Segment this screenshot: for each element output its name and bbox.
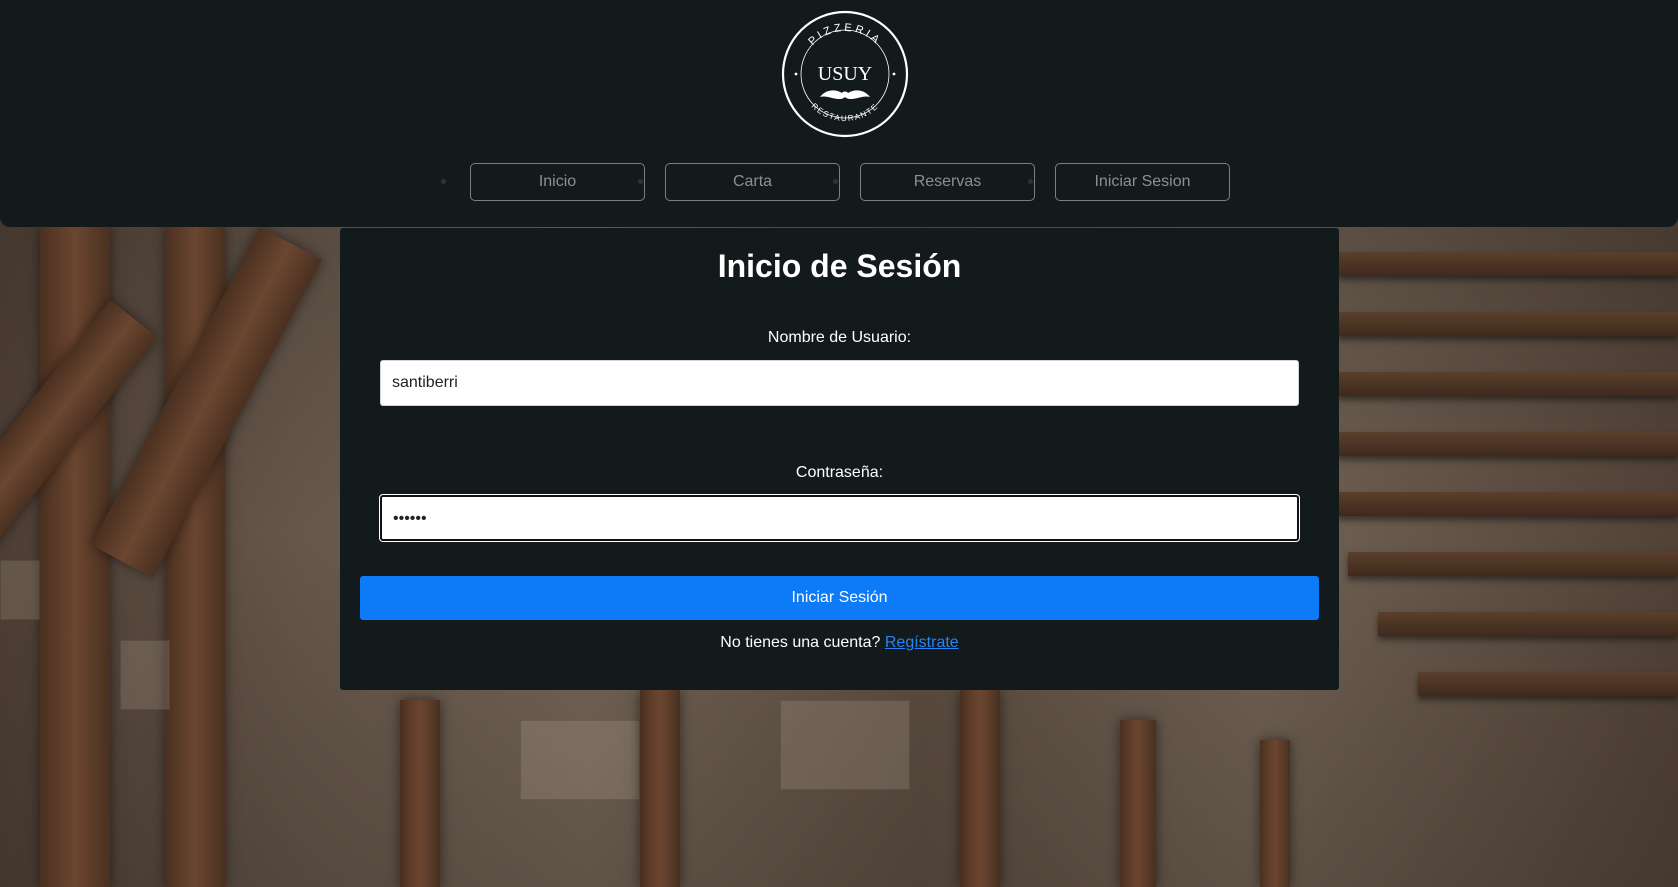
main-nav: Inicio Carta Reservas Iniciar Sesion — [0, 163, 1678, 201]
page-title: Inicio de Sesión — [717, 248, 962, 284]
wood-beam — [640, 690, 680, 887]
stone-block — [520, 720, 640, 800]
ceiling-rafter — [1348, 552, 1678, 576]
svg-text:RESTAURANTE: RESTAURANTE — [810, 101, 881, 123]
ceiling-rafter — [1418, 672, 1678, 696]
nav-separator — [638, 179, 643, 184]
ceiling-rafter — [1338, 312, 1678, 336]
mustache-icon — [820, 90, 870, 99]
register-prompt-text: No tienes una cuenta? — [720, 634, 881, 651]
stone-block — [780, 700, 910, 790]
username-label: Nombre de Usuario: — [767, 329, 912, 346]
stone-block — [120, 640, 170, 710]
ceiling-rafter — [1338, 372, 1678, 396]
nav-reservas-button[interactable]: Reservas — [860, 163, 1035, 201]
nav-carta-button[interactable]: Carta — [665, 163, 840, 201]
nav-inicio-button[interactable]: Inicio — [470, 163, 645, 201]
login-card: Inicio de Sesión Nombre de Usuario: Cont… — [340, 228, 1339, 690]
stone-block — [0, 560, 40, 620]
register-link[interactable]: Regístrate — [885, 634, 959, 651]
wood-beam — [400, 700, 440, 887]
username-input[interactable] — [380, 360, 1299, 406]
ceiling-rafter — [1338, 492, 1678, 516]
wood-beam — [1260, 740, 1290, 887]
brand-name: USUY — [818, 63, 872, 85]
login-submit-button[interactable]: Iniciar Sesión — [360, 576, 1319, 620]
password-input[interactable]: •••••• — [380, 495, 1299, 541]
nav-iniciar-sesion-button[interactable]: Iniciar Sesion — [1055, 163, 1230, 201]
ceiling-rafter — [1378, 612, 1678, 636]
wood-beam — [960, 690, 1000, 887]
password-label: Contraseña: — [795, 464, 884, 481]
wood-beam — [1120, 720, 1156, 887]
nav-separator — [833, 179, 838, 184]
pizzeria-logo[interactable]: PIZZERIA RESTAURANTE USUY — [780, 9, 910, 139]
nav-separator — [1028, 179, 1033, 184]
register-prompt: No tienes una cuenta? Regístrate — [340, 634, 1339, 652]
nav-separator — [441, 179, 446, 184]
site-header: PIZZERIA RESTAURANTE USUY Inicio Carta R… — [0, 0, 1678, 227]
ceiling-rafter — [1338, 432, 1678, 456]
svg-text:PIZZERIA: PIZZERIA — [806, 22, 884, 48]
ceiling-rafter — [1338, 252, 1678, 276]
